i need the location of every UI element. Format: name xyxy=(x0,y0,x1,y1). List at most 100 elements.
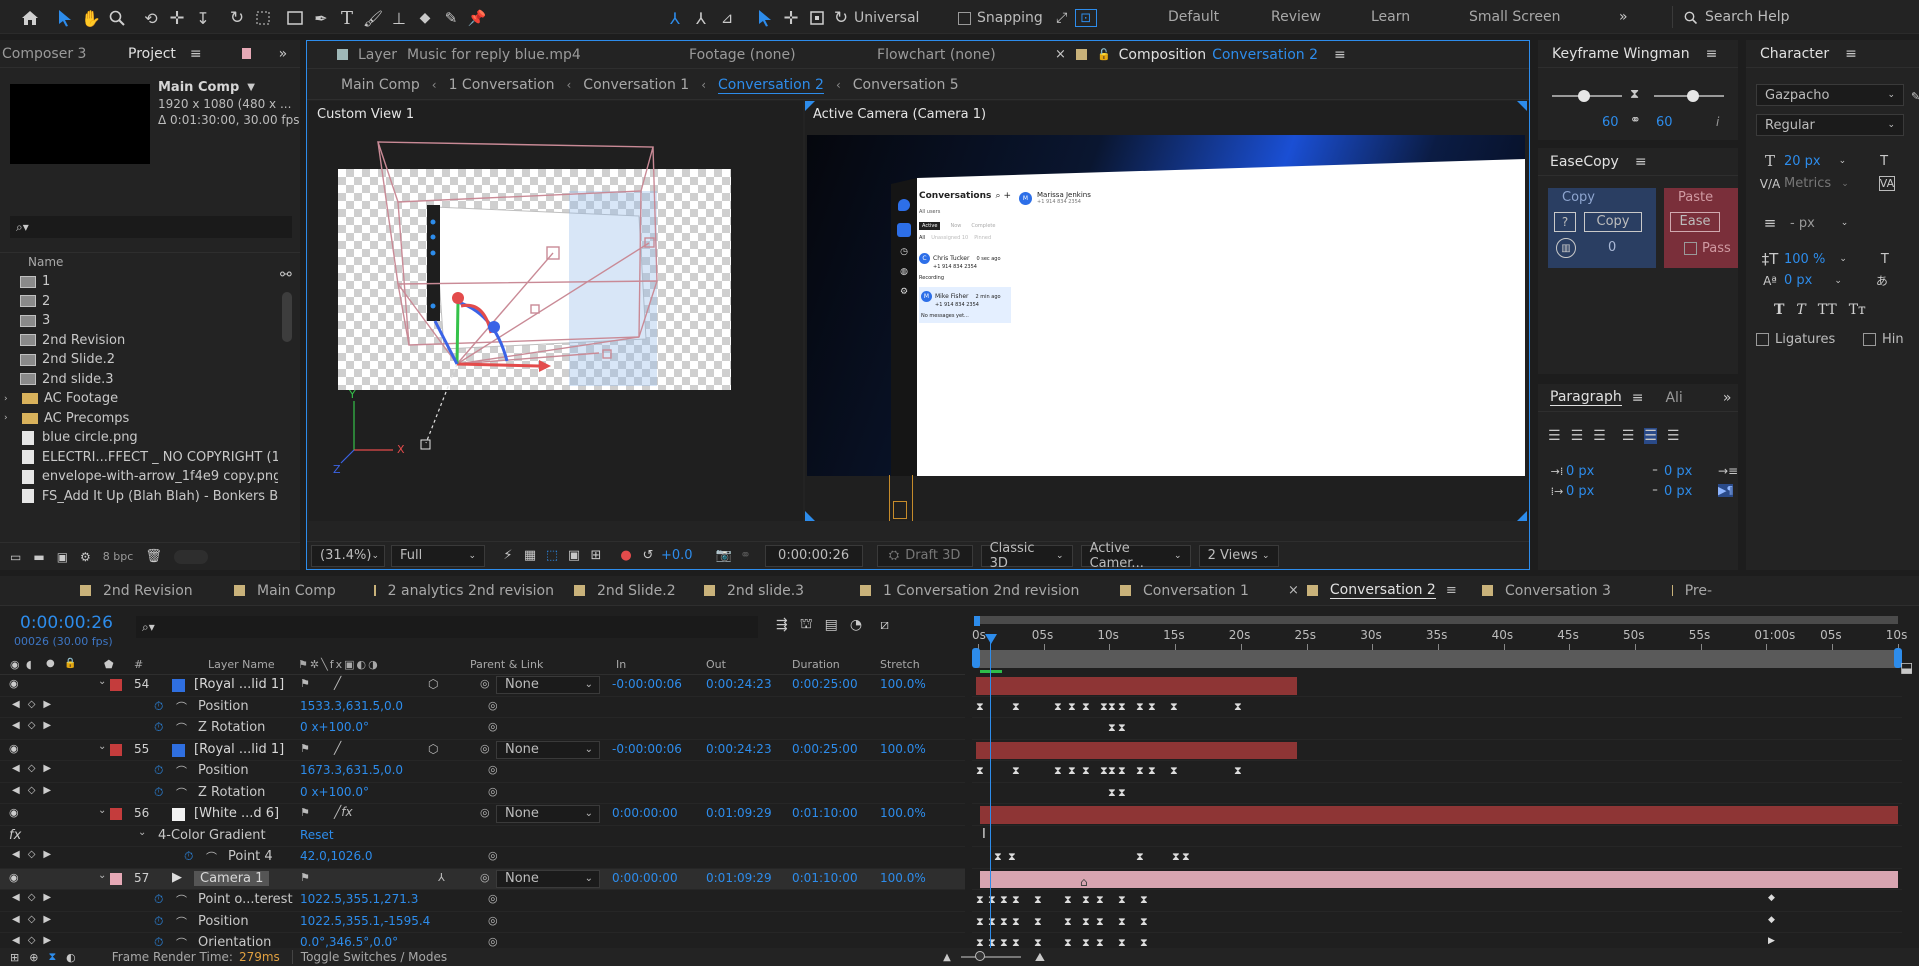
tab-project[interactable]: Project xyxy=(128,46,176,62)
justify-left-icon[interactable]: ☰ xyxy=(1622,428,1635,444)
project-item[interactable]: 2 xyxy=(0,292,278,311)
expand-timing-icon[interactable]: ⧗ xyxy=(48,950,56,964)
keyframe[interactable]: ⧗ xyxy=(1136,764,1144,778)
space-before-value[interactable]: 0 px xyxy=(1664,464,1692,479)
camera-parent-icon[interactable]: ⅄ xyxy=(438,871,445,884)
lock-icon[interactable]: 🔒 xyxy=(64,658,76,669)
track-row[interactable]: ⧗ ⧗ xyxy=(972,718,1902,740)
keyframe[interactable]: ⧗ xyxy=(1118,764,1126,778)
layer-name[interactable]: Camera 1 xyxy=(194,870,270,886)
keyframe[interactable]: ⧗ xyxy=(1000,893,1008,907)
parent-dropdown[interactable]: None ⌄ xyxy=(496,740,600,759)
keyframe-nav-icon[interactable]: ◀◇▶ xyxy=(12,935,59,946)
tab-composer[interactable]: Composer 3 xyxy=(2,46,128,62)
comp-mini-flowchart-icon[interactable]: ⇶ xyxy=(776,617,788,633)
property-value[interactable]: 1022.5,355.1,271.3 xyxy=(300,892,418,906)
playhead-handle[interactable] xyxy=(985,634,997,644)
stretch-column-header[interactable]: Stretch xyxy=(880,658,920,671)
layer-stretch[interactable]: 100.0% xyxy=(880,677,926,691)
property-value[interactable]: 42.0,1026.0 xyxy=(300,849,373,863)
layer-name[interactable]: [Royal ...lid 1] xyxy=(194,742,284,757)
keyframe[interactable]: ⧗ xyxy=(1108,700,1116,714)
track-row[interactable] xyxy=(972,675,1902,697)
project-item[interactable]: blue circle.png xyxy=(0,428,278,447)
search-help-box[interactable]: Search Help xyxy=(1672,6,1919,28)
align-left-icon[interactable]: ☰ xyxy=(1548,428,1561,444)
direction-ltr-icon[interactable]: →≡ xyxy=(1718,464,1738,478)
chevron-down-icon[interactable]: ⌄ xyxy=(1841,179,1849,189)
panel-menu-icon[interactable]: ≡ xyxy=(1706,46,1718,62)
layer-duration-bar[interactable] xyxy=(980,870,1898,888)
keyframe[interactable]: ⧗ xyxy=(976,764,984,778)
link-icon[interactable]: ⚭ xyxy=(1630,113,1641,128)
chevron-right-icon[interactable]: › xyxy=(4,413,16,423)
property-value[interactable]: 0 x+100.0° xyxy=(300,785,369,799)
zoom-dropdown[interactable]: (31.4%) ⌄ xyxy=(311,544,385,567)
timeline-tab[interactable]: 2nd Revision xyxy=(0,576,214,606)
chevron-down-icon[interactable]: ⌄ xyxy=(1841,218,1849,228)
chevron-down-icon[interactable]: ▼ xyxy=(247,80,255,96)
resolution-dropdown[interactable]: Full ⌄ xyxy=(391,544,485,567)
frame-blending-icon[interactable]: ▤ xyxy=(825,617,838,633)
snapshot-icon[interactable]: 📷 xyxy=(713,548,735,563)
font-style-dropdown[interactable]: Regular ⌄ xyxy=(1756,114,1904,136)
mask-path-icon[interactable]: ⬚ xyxy=(541,548,563,563)
keyframe[interactable]: ⧗ xyxy=(1012,764,1020,778)
layer-duration[interactable]: 0:01:10:00 xyxy=(792,806,858,820)
panel-menu-icon[interactable]: ≡ xyxy=(190,46,202,62)
hand-tool-icon[interactable]: ✋ xyxy=(78,8,104,28)
layer-label-color[interactable] xyxy=(110,743,122,756)
time-navigator[interactable] xyxy=(976,650,1898,668)
workspace-learn[interactable]: Learn xyxy=(1371,9,1469,25)
breadcrumb-item[interactable]: Conversation 2 xyxy=(718,77,824,94)
show-snapshot-icon[interactable]: ⚭ xyxy=(735,548,757,563)
align-right-icon[interactable]: ☰ xyxy=(1593,428,1606,444)
view-axis-icon[interactable]: ⊿ xyxy=(714,8,740,28)
keyframe[interactable]: ⧗ xyxy=(1118,893,1126,907)
pickwhip-icon[interactable]: ◎ xyxy=(480,677,490,690)
track-row[interactable] xyxy=(972,804,1902,826)
interpret-footage-icon[interactable]: ▭ xyxy=(10,550,21,564)
breadcrumb-item[interactable]: 1 Conversation xyxy=(449,77,555,93)
shy-switch-icon[interactable]: ⚑ xyxy=(300,871,310,884)
character-title[interactable]: Character xyxy=(1760,46,1829,62)
keyframe[interactable]: ⧗ xyxy=(1012,700,1020,714)
layer-out-point[interactable]: 0:01:09:29 xyxy=(706,806,772,820)
draft-3d-toggle[interactable]: ⛭ Draft 3D xyxy=(876,544,973,567)
direction-rtl-icon[interactable]: ▶¶ xyxy=(1718,484,1734,497)
layer-stretch[interactable]: 100.0% xyxy=(880,871,926,885)
expand-panel-icon[interactable]: » xyxy=(1723,390,1732,406)
track-row[interactable]: ⧗ ⧗ ⧗ ⧗ ⧗ ⧗ ⧗ ⧗ ⧗ ⧗ ◆ xyxy=(972,890,1902,912)
exposure-value[interactable]: +0.0 xyxy=(661,548,693,563)
keyframe[interactable]: ⧗ xyxy=(1234,700,1242,714)
time-ruler[interactable]: 0s 05s 10s 15s 20s 25s 30s 35s 40s 45s 50s 55s 01:00… xyxy=(972,616,1907,673)
chevron-down-icon[interactable]: ⌄ xyxy=(1839,156,1847,166)
panel-menu-icon[interactable]: ≡ xyxy=(1635,154,1647,170)
keyframe[interactable]: ⧗ xyxy=(1140,915,1148,929)
duration-column-header[interactable]: Duration xyxy=(792,658,840,671)
ease-out-handle[interactable] xyxy=(1687,90,1699,102)
brush-tool-icon[interactable]: 🖌 xyxy=(360,8,386,28)
shy-switch-icon[interactable]: ⚑ xyxy=(300,806,310,819)
panel-menu-icon[interactable]: ≡ xyxy=(1632,390,1644,406)
tab-paragraph[interactable]: Paragraph xyxy=(1550,389,1622,406)
work-area-start[interactable] xyxy=(974,616,980,626)
visibility-eye-icon[interactable]: ◉ xyxy=(9,742,19,755)
transparency-grid-icon[interactable]: ▦ xyxy=(519,548,541,563)
keyframe-nav-icon[interactable]: ◀◇▶ xyxy=(12,914,59,925)
faux-italic-button[interactable]: T xyxy=(1796,302,1805,318)
keyframe[interactable]: ⧗ xyxy=(1136,850,1144,864)
keyframe[interactable]: ⧗ xyxy=(1148,764,1156,778)
keyframe[interactable]: ⧗ xyxy=(1096,893,1104,907)
keyframe[interactable]: ⧗ xyxy=(1064,893,1072,907)
more-workspaces-icon[interactable]: » xyxy=(1619,9,1628,25)
easecopy-title[interactable]: EaseCopy xyxy=(1550,154,1619,170)
timecode-field[interactable]: 0:00:00:26 xyxy=(764,544,863,567)
keyframe[interactable]: ⧗ xyxy=(1008,850,1016,864)
keyframe[interactable]: ⧗ xyxy=(1170,700,1178,714)
baseline-shift-value[interactable]: 0 px xyxy=(1784,273,1812,288)
expression-pickwhip-icon[interactable]: ◎ xyxy=(488,849,498,862)
trash-icon[interactable]: 🗑 xyxy=(145,549,162,564)
keyframe[interactable]: ⧗ xyxy=(1096,915,1104,929)
faux-bold-button[interactable]: T xyxy=(1774,302,1784,318)
